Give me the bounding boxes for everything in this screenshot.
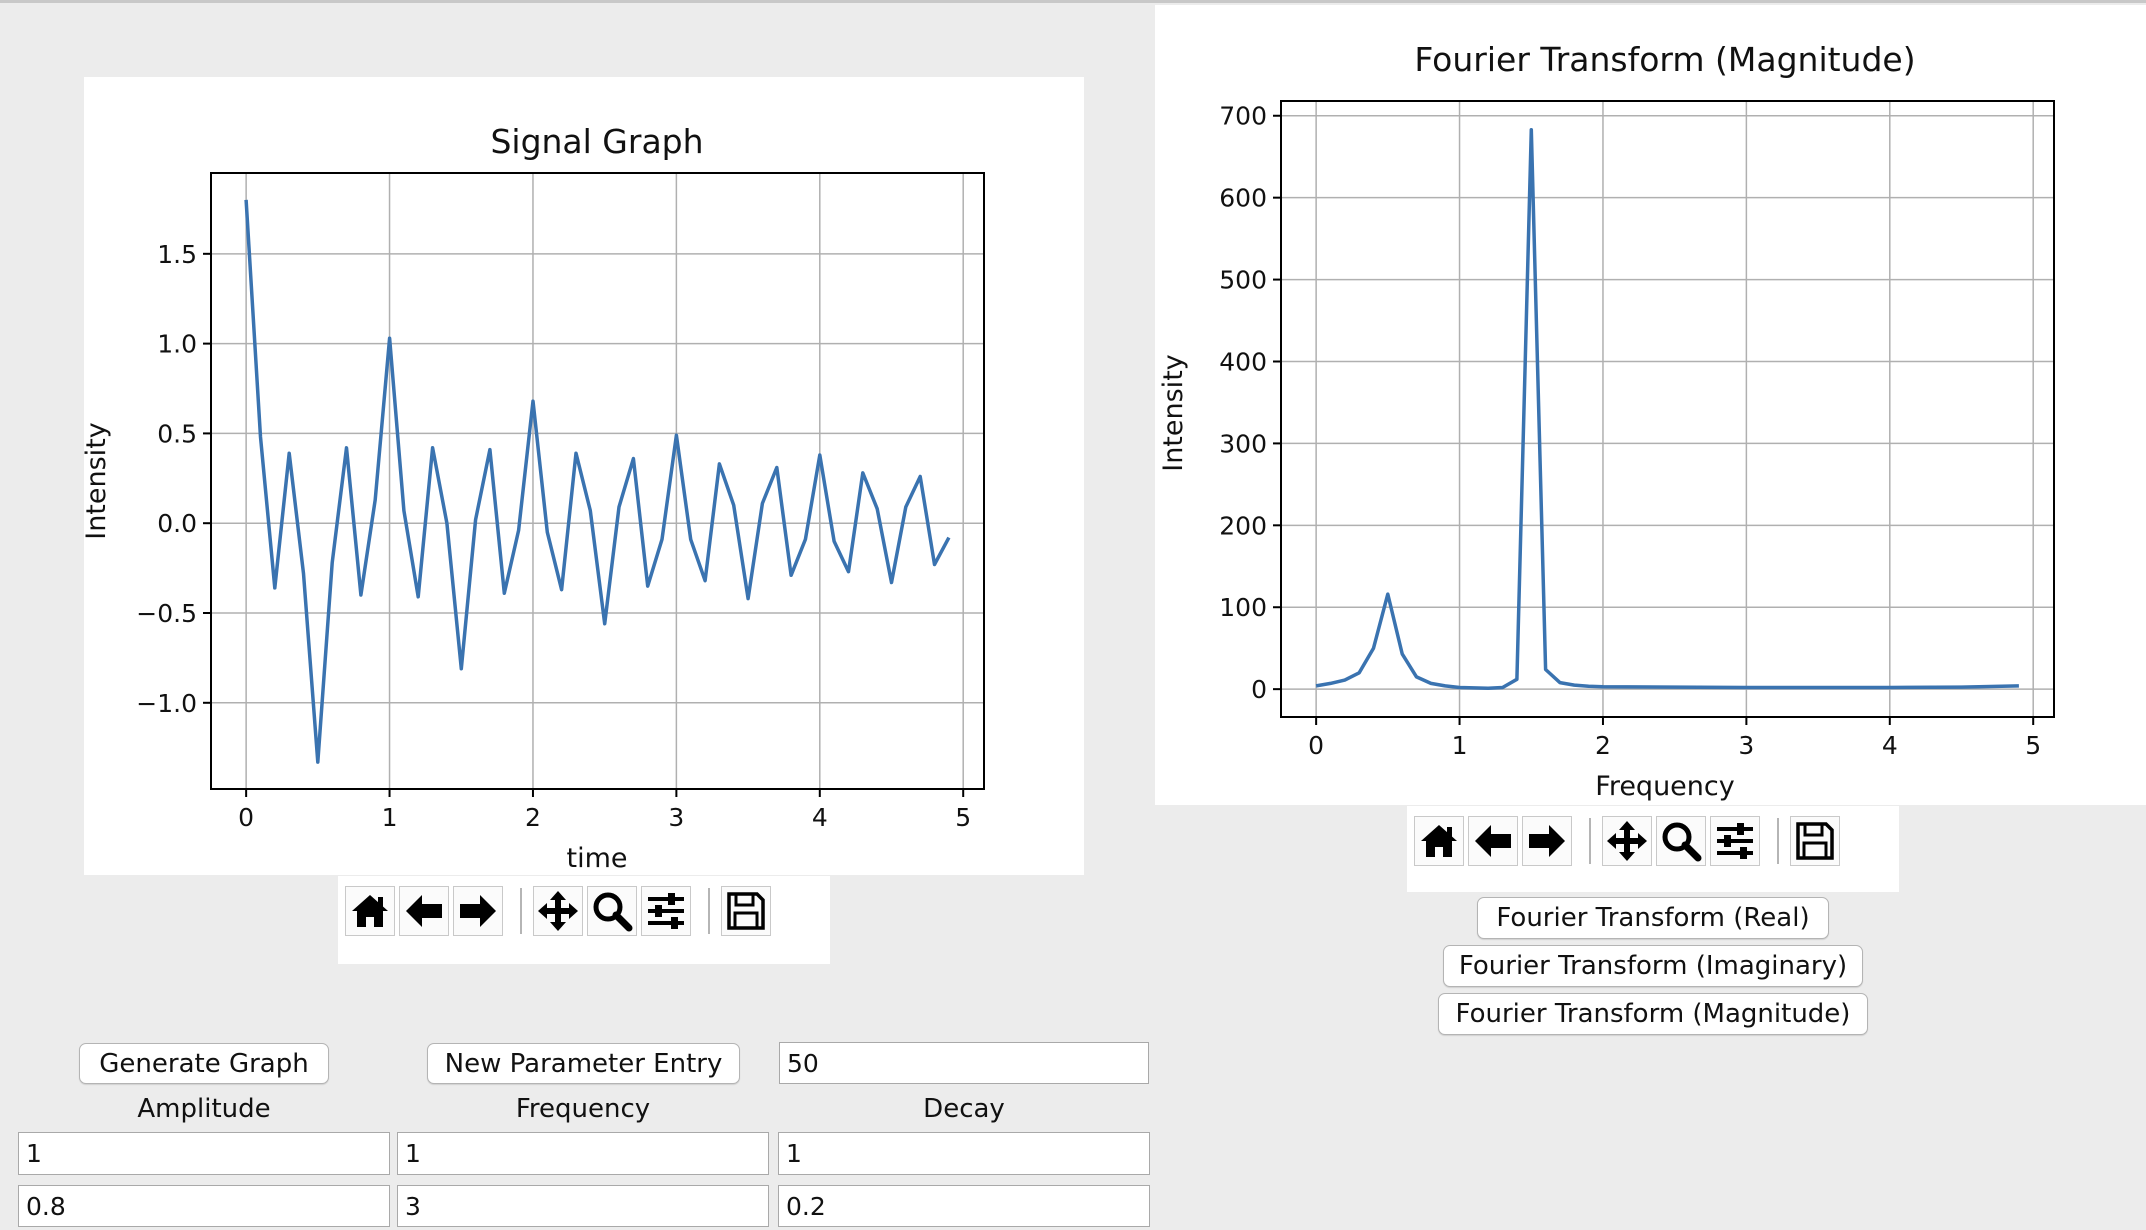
- move-icon: [1607, 821, 1647, 861]
- points-input[interactable]: [779, 1042, 1149, 1084]
- arrow-right-icon: [460, 895, 496, 927]
- new-parameter-entry-button[interactable]: New Parameter Entry: [427, 1043, 740, 1084]
- signal-xticks: 0 1 2 3 4 5: [238, 789, 971, 832]
- fourier-magnitude-button[interactable]: Fourier Transform (Magnitude): [1438, 993, 1868, 1035]
- fourier-ytick-label: 0: [1251, 675, 1267, 704]
- signal-plot-toolbar: [338, 876, 830, 964]
- signal-ytick-label: 1.0: [157, 330, 197, 359]
- fourier-ytick-label: 300: [1219, 429, 1267, 458]
- fourier-ylabel: Intensity: [1158, 354, 1189, 472]
- signal-xlabel: time: [566, 843, 627, 874]
- fourier-yticks: 0 100 200 300 400 500 600 700: [1219, 102, 1281, 704]
- fourier-chart-title: Fourier Transform (Magnitude): [1414, 40, 1915, 79]
- fourier-series-line: [1315, 127, 2019, 691]
- signal-xtick-label: 3: [668, 803, 684, 832]
- fourier-real-button[interactable]: Fourier Transform (Real): [1477, 897, 1829, 939]
- decay-input-1[interactable]: [778, 1132, 1150, 1175]
- signal-chart-title: Signal Graph: [490, 122, 703, 161]
- move-icon: [538, 891, 578, 931]
- signal-xtick-label: 5: [955, 803, 971, 832]
- frequency-input-2[interactable]: [397, 1185, 769, 1227]
- home-icon: [352, 895, 388, 927]
- save-icon: [1796, 822, 1834, 860]
- fourier-chart: Fourier Transform (Magnitude) 0 1 2 3 4 5 0 10…: [1158, 40, 2055, 802]
- signal-ytick-label: 0.0: [157, 509, 197, 538]
- zoom-icon: [593, 892, 633, 932]
- sliders-icon: [648, 893, 684, 929]
- signal-line-layer: [244, 199, 951, 764]
- signal-ytick-label: −1.0: [136, 689, 197, 718]
- fourier-xtick-label: 0: [1308, 731, 1324, 760]
- save-button[interactable]: [1790, 816, 1840, 866]
- fourier-xtick-label: 4: [1882, 731, 1898, 760]
- arrow-right-icon: [1529, 825, 1565, 857]
- signal-series-line: [244, 199, 951, 764]
- signal-plot-canvas[interactable]: Signal Graph 0 1 2 3 4 5 −1.0 −0.5 0.0 0.5 1.0 1.5…: [84, 77, 1084, 875]
- signal-xtick-label: 1: [382, 803, 398, 832]
- signal-ytick-label: 0.5: [157, 419, 197, 448]
- configure-button[interactable]: [641, 886, 691, 936]
- signal-xtick-label: 2: [525, 803, 541, 832]
- fourier-xlabel: Frequency: [1595, 771, 1735, 802]
- toolbar-separator: [1777, 818, 1779, 864]
- back-button[interactable]: [1468, 816, 1518, 866]
- forward-button[interactable]: [453, 886, 503, 936]
- decay-header: Decay: [923, 1094, 1005, 1124]
- toolbar-separator: [708, 888, 710, 934]
- frequency-header: Frequency: [515, 1094, 651, 1124]
- fourier-axes-frame: [1280, 100, 2055, 718]
- home-icon: [1421, 825, 1457, 857]
- amplitude-input-1[interactable]: [18, 1132, 390, 1175]
- signal-chart: Signal Graph 0 1 2 3 4 5 −1.0 −0.5 0.0 0.5 1.0 1.5…: [84, 122, 985, 874]
- save-button[interactable]: [721, 886, 771, 936]
- signal-ytick-label: 1.5: [157, 240, 197, 269]
- fourier-xtick-label: 5: [2025, 731, 2041, 760]
- toolbar-separator: [1589, 818, 1591, 864]
- forward-button[interactable]: [1522, 816, 1572, 866]
- fourier-grid: [1281, 101, 2054, 717]
- signal-xtick-label: 0: [238, 803, 254, 832]
- signal-xtick-label: 4: [812, 803, 828, 832]
- arrow-left-icon: [1475, 825, 1511, 857]
- signal-grid: [211, 173, 984, 789]
- zoom-button[interactable]: [587, 886, 637, 936]
- signal-yticks: −1.0 −0.5 0.0 0.5 1.0 1.5: [136, 240, 211, 718]
- fourier-xtick-label: 1: [1452, 731, 1468, 760]
- pan-button[interactable]: [533, 886, 583, 936]
- fourier-ytick-label: 600: [1219, 184, 1267, 213]
- toolbar-separator: [520, 888, 522, 934]
- zoom-icon: [1662, 822, 1702, 862]
- fourier-plot-toolbar: [1407, 806, 1899, 892]
- window-top-border: [0, 0, 2146, 3]
- amplitude-input-2[interactable]: [18, 1185, 390, 1227]
- fourier-xtick-label: 2: [1595, 731, 1611, 760]
- zoom-button[interactable]: [1656, 816, 1706, 866]
- frequency-input-1[interactable]: [397, 1132, 769, 1175]
- amplitude-header: Amplitude: [137, 1094, 271, 1124]
- home-button[interactable]: [345, 886, 395, 936]
- generate-graph-button[interactable]: Generate Graph: [79, 1043, 329, 1084]
- home-button[interactable]: [1414, 816, 1464, 866]
- signal-ylabel: Intensity: [84, 422, 112, 540]
- fourier-ytick-label: 200: [1219, 511, 1267, 540]
- fourier-ytick-label: 700: [1219, 102, 1267, 131]
- fourier-ytick-label: 100: [1219, 593, 1267, 622]
- fourier-xtick-label: 3: [1738, 731, 1754, 760]
- sliders-icon: [1717, 823, 1753, 859]
- fourier-line-layer: [1315, 127, 2019, 691]
- fourier-xticks: 0 1 2 3 4 5: [1308, 717, 2041, 760]
- pan-button[interactable]: [1602, 816, 1652, 866]
- fourier-ytick-label: 500: [1219, 266, 1267, 295]
- arrow-left-icon: [406, 895, 442, 927]
- fourier-imaginary-button[interactable]: Fourier Transform (Imaginary): [1443, 945, 1863, 987]
- fourier-ytick-label: 400: [1219, 347, 1267, 376]
- save-icon: [727, 892, 765, 930]
- fourier-plot-canvas[interactable]: Fourier Transform (Magnitude) 0 1 2 3 4 5 0 10…: [1155, 5, 2146, 805]
- configure-button[interactable]: [1710, 816, 1760, 866]
- decay-input-2[interactable]: [778, 1185, 1150, 1227]
- signal-ytick-label: −0.5: [136, 599, 197, 628]
- signal-axes-frame: [210, 172, 985, 790]
- back-button[interactable]: [399, 886, 449, 936]
